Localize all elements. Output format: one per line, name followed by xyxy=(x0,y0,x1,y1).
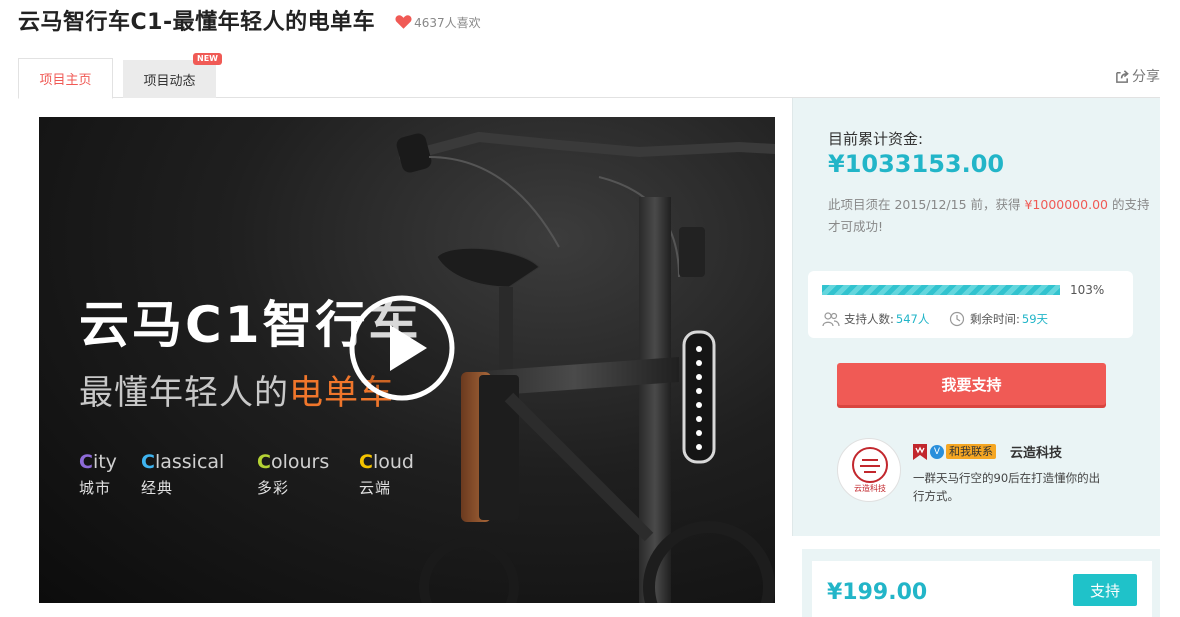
feature-initial: C xyxy=(359,451,373,473)
feature-cn: 经典 xyxy=(141,479,174,497)
funding-panel: 目前累计资金: ¥1033153.00 此项目须在 2015/12/15 前，获… xyxy=(792,98,1160,536)
supporters-label: 支持人数: xyxy=(844,312,894,326)
reward-support-button[interactable]: 支持 xyxy=(1073,574,1137,606)
users-icon xyxy=(822,312,840,327)
time-left-stat: 剩余时间: 59天 xyxy=(948,311,1048,327)
tab-project-home[interactable]: 项目主页 xyxy=(18,58,113,99)
feature-word: lassical xyxy=(154,451,225,473)
reward-price: ¥199.00 xyxy=(827,580,928,605)
feature-initial: C xyxy=(79,451,93,473)
supporters-stat: 支持人数: 547人 xyxy=(822,311,929,327)
play-icon[interactable] xyxy=(347,293,457,403)
feature-cloud: Cloud 云端 xyxy=(359,451,414,498)
tab-project-home-label: 项目主页 xyxy=(39,73,92,88)
project-video[interactable]: 云马C1智行车 最懂年轻人的电单车 City 城市 Classical 经典 C… xyxy=(39,117,775,603)
funding-description: 此项目须在 2015/12/15 前，获得 ¥1000000.00 的支持才可成… xyxy=(828,194,1153,238)
time-left-value: 59天 xyxy=(1021,312,1049,326)
page-title: 云马智行车C1-最懂年轻人的电单车 xyxy=(18,10,376,35)
organizer-logo-text: 云造科技 xyxy=(854,484,886,493)
like-count[interactable]: 4637人喜欢 xyxy=(395,14,481,31)
supporters-count: 547人 xyxy=(895,312,930,326)
organizer-name[interactable]: 云造科技 xyxy=(1010,442,1062,461)
tab-project-news-label: 项目动态 xyxy=(143,73,196,89)
feature-word: loud xyxy=(372,451,414,473)
tab-bar: 项目主页 项目动态 NEW 分享 xyxy=(18,53,1160,99)
tab-project-news[interactable]: 项目动态 xyxy=(123,60,216,98)
heart-icon[interactable] xyxy=(395,14,412,30)
contact-organizer-button[interactable]: 和我联系 xyxy=(946,444,996,459)
funding-amount: ¥1033153.00 xyxy=(828,150,1005,178)
feature-city: City 城市 xyxy=(79,451,117,498)
feature-word: olours xyxy=(270,451,330,473)
project-header: 云马智行车C1-最懂年轻人的电单车 4637人喜欢 xyxy=(18,6,481,35)
clock-icon xyxy=(949,311,965,327)
feature-initial: C xyxy=(257,451,271,473)
feature-cn: 城市 xyxy=(79,479,112,497)
funding-desc-prefix: 此项目须在 2015/12/15 前，获得 xyxy=(828,197,1025,212)
feature-initial: C xyxy=(141,451,155,473)
feature-word: ity xyxy=(92,451,117,473)
feature-classical: Classical 经典 xyxy=(141,451,224,498)
support-button[interactable]: 我要支持 xyxy=(837,363,1106,405)
feature-cn: 多彩 xyxy=(257,479,290,497)
progress-card: 103% 支持人数: 547人 剩余时间: 59天 xyxy=(808,271,1133,338)
organizer-header: V 和我联系 云造科技 xyxy=(913,442,1062,461)
share-label: 分享 xyxy=(1132,69,1160,85)
new-badge: NEW xyxy=(193,53,222,65)
reward-card: ¥199.00 支持 xyxy=(812,561,1152,617)
share-button[interactable]: 分享 xyxy=(1115,66,1160,86)
funding-label: 目前累计资金: xyxy=(828,130,924,148)
vip-badge-icon: V xyxy=(930,444,944,459)
like-count-text: 4637人喜欢 xyxy=(414,15,481,30)
reward-tier: ¥199.00 支持 xyxy=(802,549,1160,617)
progress-bar-fill xyxy=(822,285,1060,295)
progress-percent: 103% xyxy=(1070,283,1105,297)
feature-cn: 云端 xyxy=(359,479,392,497)
share-icon xyxy=(1116,69,1129,83)
progress-bar xyxy=(822,285,1060,295)
video-tagline-prefix: 最懂年轻人的 xyxy=(79,373,289,413)
organizer-avatar[interactable]: 云造科技 xyxy=(837,438,901,502)
organizer-description: 一群天马行空的90后在打造懂你的出行方式。 xyxy=(913,471,1101,503)
funding-goal: ¥1000000.00 xyxy=(1024,197,1108,212)
verified-badge-icon xyxy=(913,443,927,460)
time-left-label: 剩余时间: xyxy=(970,312,1020,326)
feature-colours: Colours 多彩 xyxy=(257,451,329,498)
